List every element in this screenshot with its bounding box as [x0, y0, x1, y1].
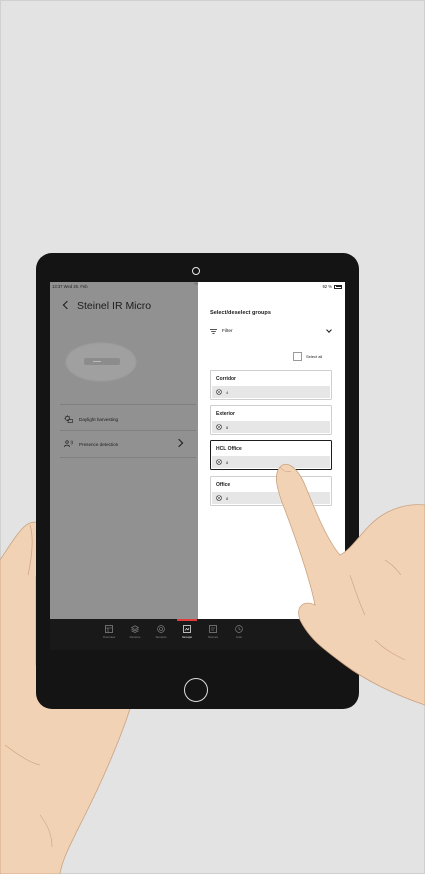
group-device-count: 8 — [226, 495, 229, 501]
sensor-count-icon — [216, 459, 222, 465]
select-all-checkbox[interactable] — [293, 352, 302, 361]
groups-icon — [183, 625, 191, 633]
tab-label: Overview — [102, 635, 116, 639]
sensor-lens-icon — [84, 358, 120, 365]
group-card-corridor[interactable]: Corridor 4 — [210, 370, 332, 400]
scenes-icon — [209, 625, 217, 633]
group-device-count: 4 — [226, 389, 229, 395]
divider — [60, 457, 196, 458]
tab-label: Scenes — [207, 635, 218, 639]
menu-item-daylight-harvesting[interactable]: Daylight harvesting — [64, 415, 118, 423]
filter-icon — [210, 328, 217, 334]
tab-scenes[interactable]: Scenes — [202, 625, 224, 639]
menu-item-presence-detection[interactable]: Presence detection — [64, 440, 118, 448]
status-bar: 13:37 Wed 26. Feb ••• 92 % — [50, 282, 345, 292]
auto-icon — [235, 625, 243, 633]
tab-groups[interactable]: Groups — [176, 625, 198, 639]
home-button[interactable] — [184, 678, 208, 702]
select-all-label: Select all — [306, 354, 323, 359]
multitask-dots-icon: ••• — [194, 282, 198, 288]
devices-icon — [131, 625, 139, 633]
device-title: Steinel IR Micro — [77, 300, 152, 312]
status-time-date: 13:37 Wed 26. Feb — [52, 284, 88, 289]
presence-detection-icon — [64, 440, 73, 448]
status-battery: 92 % — [322, 284, 342, 289]
tab-auto[interactable]: Auto — [228, 625, 250, 639]
device-detail-panel: Steinel IR Micro Daylight harvesting Pre… — [50, 282, 198, 650]
divider — [60, 404, 196, 405]
back-arrow-icon[interactable] — [62, 300, 72, 310]
tab-label: Sensors — [155, 635, 167, 639]
menu-item-label: Daylight harvesting — [79, 416, 119, 422]
chevron-right-icon — [174, 438, 184, 448]
camera-icon — [192, 267, 200, 275]
menu-item-label: Presence detection — [79, 441, 119, 447]
select-all-control[interactable]: Select all — [293, 352, 322, 361]
tab-sensors[interactable]: Sensors — [150, 625, 172, 639]
sensor-count-icon — [216, 495, 222, 501]
group-device-count: 8 — [226, 459, 229, 465]
right-hand-illustration — [275, 463, 425, 706]
active-tab-indicator — [177, 619, 197, 621]
battery-percent: 92 % — [322, 284, 332, 289]
tab-label: Groups — [182, 635, 192, 639]
group-device-count-bar: 8 — [212, 421, 330, 433]
filter-dropdown[interactable]: Filter — [210, 327, 334, 335]
filter-label: Filter — [222, 328, 233, 334]
group-device-count-bar: 4 — [212, 386, 330, 398]
group-name: HCL Office — [216, 446, 242, 452]
sensor-device-image — [65, 342, 137, 382]
group-name: Corridor — [216, 376, 236, 382]
tab-overview[interactable]: Overview — [98, 625, 120, 639]
battery-icon — [334, 284, 342, 289]
tab-label: Auto — [235, 635, 243, 639]
group-device-count: 8 — [226, 424, 229, 430]
overview-icon — [105, 625, 113, 633]
group-card-exterior[interactable]: Exterior 8 — [210, 405, 332, 435]
sensors-icon — [157, 625, 165, 633]
chevron-down-icon — [326, 327, 332, 333]
panel-title: Select/deselect groups — [210, 310, 271, 316]
sensor-count-icon — [216, 389, 222, 395]
daylight-harvesting-icon — [64, 415, 73, 423]
group-name: Office — [216, 482, 231, 488]
tab-label: Devices — [129, 635, 141, 639]
divider — [60, 430, 196, 431]
sensor-count-icon — [216, 424, 222, 430]
tab-devices[interactable]: Devices — [124, 625, 146, 639]
group-name: Exterior — [216, 411, 235, 417]
